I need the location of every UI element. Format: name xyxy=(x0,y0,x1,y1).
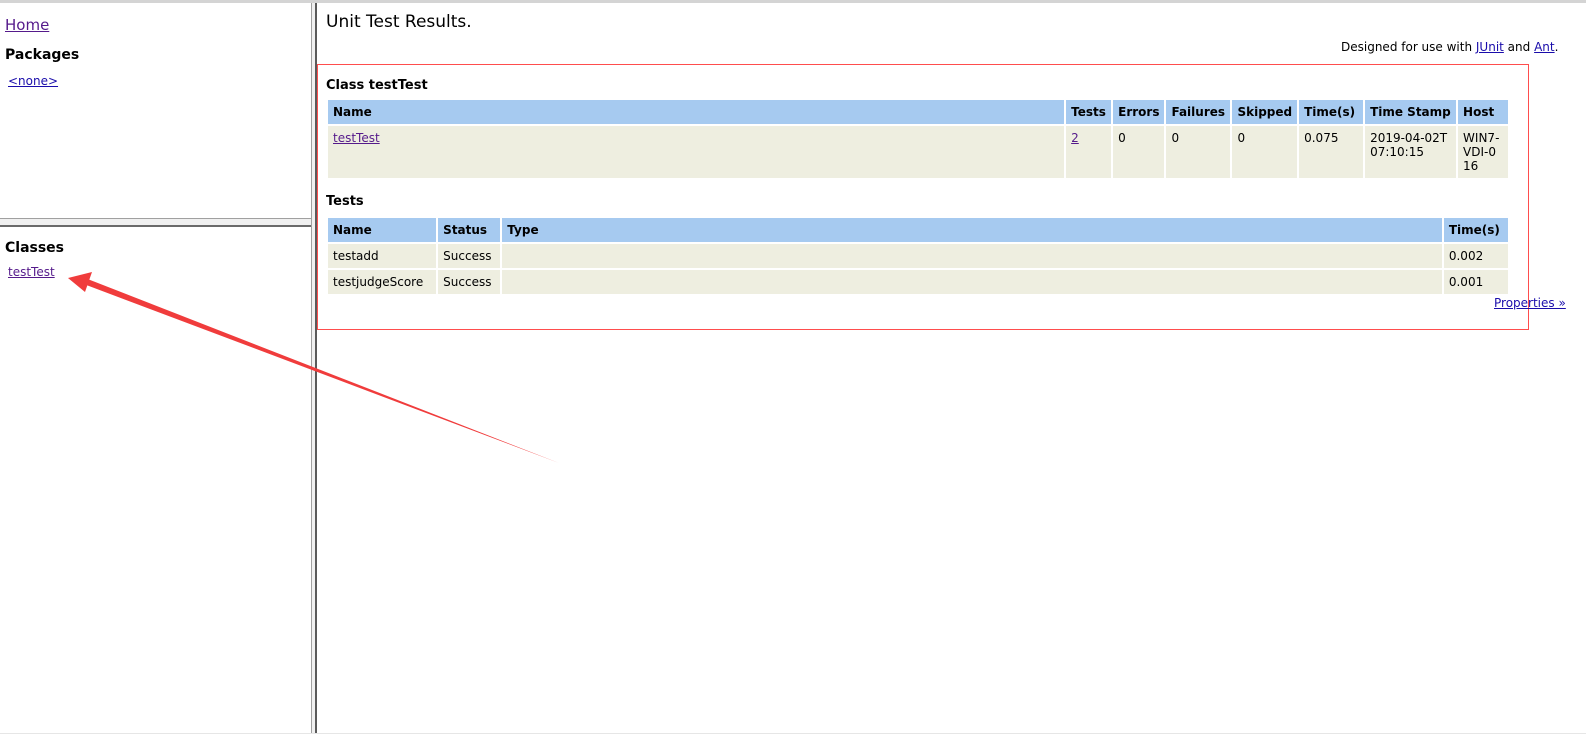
class-name-cell: testTest xyxy=(328,126,1065,178)
tests-section-title: Tests xyxy=(326,194,364,209)
column-header: Name xyxy=(328,218,437,242)
frame-splitter-horizontal[interactable] xyxy=(0,218,314,227)
table-header-row: Name Tests Errors Failures Skipped Time(… xyxy=(328,100,1508,124)
column-header: Tests xyxy=(1066,100,1112,124)
designed-for-note: Designed for use with JUnit and Ant. xyxy=(1341,40,1558,54)
column-header: Skipped xyxy=(1232,100,1298,124)
page-title: Unit Test Results. xyxy=(326,12,472,32)
main-frame[interactable]: Unit Test Results. Designed for use with… xyxy=(317,3,1586,733)
tests-count-link[interactable]: 2 xyxy=(1071,131,1079,145)
table-row: testadd Success 0.002 xyxy=(328,244,1508,268)
packages-frame[interactable]: Home Packages <none> xyxy=(0,3,311,218)
time-cell: 0.075 xyxy=(1299,126,1364,178)
column-header: Errors xyxy=(1113,100,1165,124)
table-header-row: Name Status Type Time(s) xyxy=(328,218,1508,242)
test-type-cell xyxy=(502,244,1442,268)
column-header: Time Stamp xyxy=(1365,100,1457,124)
junit-link[interactable]: JUnit xyxy=(1476,40,1504,54)
bottom-rule xyxy=(0,733,1586,746)
designed-prefix: Designed for use with xyxy=(1341,40,1476,54)
skipped-cell: 0 xyxy=(1232,126,1298,178)
classes-frame[interactable]: Classes testTest xyxy=(0,227,311,733)
timestamp-cell: 2019-04-02T07:10:15 xyxy=(1365,126,1457,178)
package-link-none[interactable]: <none> xyxy=(8,74,58,88)
ant-link[interactable]: Ant xyxy=(1534,40,1555,54)
host-cell: WIN7-VDI-016 xyxy=(1458,126,1508,178)
class-section-title: Class testTest xyxy=(326,78,428,93)
test-type-cell xyxy=(502,270,1442,294)
column-header: Time(s) xyxy=(1443,218,1508,242)
designed-suffix: . xyxy=(1554,40,1559,54)
class-name-link[interactable]: testTest xyxy=(333,131,380,145)
column-header: Host xyxy=(1458,100,1508,124)
test-time-cell: 0.001 xyxy=(1443,270,1508,294)
errors-cell: 0 xyxy=(1113,126,1165,178)
test-name-cell: testadd xyxy=(328,244,437,268)
classes-heading: Classes xyxy=(5,240,65,256)
tests-table: Name Status Type Time(s) testadd Success… xyxy=(326,216,1510,296)
failures-cell: 0 xyxy=(1166,126,1231,178)
test-status-cell: Success xyxy=(438,270,501,294)
packages-heading: Packages xyxy=(5,47,80,63)
test-status-cell: Success xyxy=(438,244,501,268)
designed-and: and xyxy=(1503,40,1535,54)
table-row: testjudgeScore Success 0.001 xyxy=(328,270,1508,294)
table-row: testTest 2 0 0 0 0.075 2019-04-02T07:10:… xyxy=(328,126,1508,178)
test-time-cell: 0.002 xyxy=(1443,244,1508,268)
column-header: Failures xyxy=(1166,100,1231,124)
tests-count-cell: 2 xyxy=(1066,126,1112,178)
home-link[interactable]: Home xyxy=(5,16,49,34)
column-header: Type xyxy=(502,218,1442,242)
class-summary-table: Name Tests Errors Failures Skipped Time(… xyxy=(326,98,1510,180)
column-header: Name xyxy=(328,100,1065,124)
test-name-cell: testjudgeScore xyxy=(328,270,437,294)
properties-link[interactable]: Properties » xyxy=(1494,296,1566,310)
column-header: Time(s) xyxy=(1299,100,1364,124)
class-link-testtest[interactable]: testTest xyxy=(8,265,55,279)
column-header: Status xyxy=(438,218,501,242)
